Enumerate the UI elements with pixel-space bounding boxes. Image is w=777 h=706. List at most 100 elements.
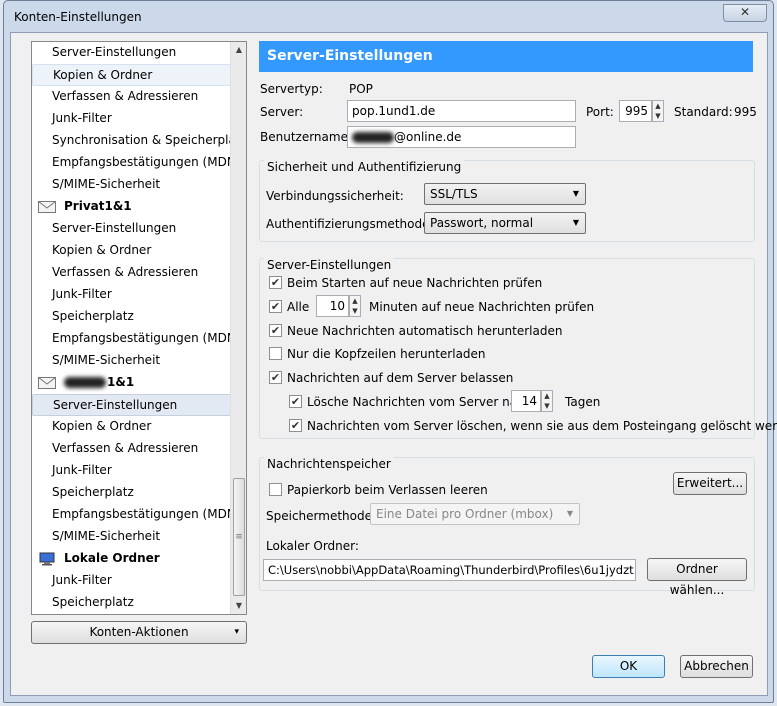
- stepper-down-icon[interactable]: ▼: [542, 401, 552, 411]
- standard-value: 995: [734, 105, 757, 119]
- tree-item-junk-filter[interactable]: Junk-Filter: [32, 570, 233, 592]
- account-settings-window: Konten-Einstellungen ✕ Server-Einstellun…: [3, 0, 777, 703]
- envelope-icon: [38, 377, 56, 389]
- dropdown-arrow-icon: ▾: [234, 627, 239, 637]
- redacted-name: [64, 377, 106, 388]
- choose-folder-button[interactable]: Ordner wählen...: [647, 558, 747, 597]
- stepper-up-icon[interactable]: ▲: [542, 391, 552, 401]
- stepper-up-icon[interactable]: ▲: [653, 101, 663, 111]
- leave-on-server-checkbox[interactable]: ✔: [269, 371, 282, 384]
- title-bar: Konten-Einstellungen ✕: [4, 1, 773, 33]
- tree-item-storage[interactable]: Speicherplatz: [32, 482, 233, 504]
- server-settings-group: Server-Einstellungen ✔ Beim Starten auf …: [259, 258, 777, 439]
- username-input[interactable]: @online.de: [347, 126, 576, 148]
- dropdown-arrow-icon: ▼: [566, 509, 573, 518]
- connection-security-select[interactable]: SSL/TLS ▼: [424, 183, 586, 205]
- check-every-checkbox[interactable]: ✔: [269, 300, 282, 313]
- storage-method-select[interactable]: Eine Datei pro Ordner (mbox) ▼: [370, 503, 580, 525]
- stepper-down-icon[interactable]: ▼: [653, 111, 663, 121]
- local-folder-label: Lokaler Ordner:: [266, 539, 359, 553]
- tree-account-privat[interactable]: Privat1&1: [32, 196, 233, 218]
- tree-item-receipts[interactable]: Empfangsbestätigungen (MDN): [32, 504, 240, 526]
- stepper-down-icon[interactable]: ▼: [350, 306, 360, 316]
- port-stepper[interactable]: ▲ ▼: [652, 100, 664, 122]
- scroll-down-icon[interactable]: ▼: [231, 598, 246, 614]
- close-button[interactable]: ✕: [723, 4, 767, 22]
- tree-item-copies-folders[interactable]: Kopien & Ordner: [32, 64, 233, 86]
- server-label: Server:: [260, 105, 304, 119]
- tree-item-composition[interactable]: Verfassen & Adressieren: [32, 262, 233, 284]
- scroll-up-icon[interactable]: ▲: [231, 42, 246, 58]
- delete-after-days-input[interactable]: 14: [511, 390, 541, 412]
- delete-when-removed-label: Nachrichten vom Server löschen, wenn sie…: [307, 419, 777, 433]
- delete-after-checkbox[interactable]: ✔: [289, 395, 302, 408]
- tree-item-storage[interactable]: Speicherplatz: [32, 306, 233, 328]
- tree-account-redacted[interactable]: 1&1: [32, 372, 233, 394]
- tree-item-smime[interactable]: S/MIME-Sicherheit: [32, 350, 233, 372]
- server-input[interactable]: pop.1und1.de: [347, 100, 576, 122]
- ok-button[interactable]: OK: [592, 655, 665, 678]
- tree-item-copies-folders[interactable]: Kopien & Ordner: [32, 240, 233, 262]
- empty-trash-checkbox[interactable]: [269, 483, 282, 496]
- tree-item-server-settings-selected[interactable]: Server-Einstellungen: [32, 394, 233, 416]
- account-tree: Server-Einstellungen Kopien & Ordner Ver…: [31, 41, 247, 615]
- check-interval-input[interactable]: 10: [316, 295, 349, 317]
- delete-after-stepper[interactable]: ▲ ▼: [541, 390, 553, 412]
- tree-item-junk-filter[interactable]: Junk-Filter: [32, 284, 233, 306]
- port-input[interactable]: 995: [619, 100, 652, 122]
- auto-download-label: Neue Nachrichten automatisch herunterlad…: [287, 324, 563, 338]
- tree-item-storage[interactable]: Speicherplatz: [32, 592, 233, 614]
- envelope-icon: [38, 201, 56, 213]
- cancel-button[interactable]: Abbrechen: [680, 655, 753, 678]
- server-type-label: Servertyp:: [260, 82, 323, 96]
- check-on-start-checkbox[interactable]: ✔: [269, 276, 282, 289]
- headers-only-checkbox[interactable]: [269, 347, 282, 360]
- scroll-thumb[interactable]: ≡: [233, 478, 245, 596]
- delete-after-label: Lösche Nachrichten vom Server nach: [307, 395, 532, 409]
- account-actions-button[interactable]: Konten-Aktionen ▾: [31, 621, 247, 644]
- tree-local-folders[interactable]: Lokale Ordner: [32, 548, 233, 570]
- check-on-start-label: Beim Starten auf neue Nachrichten prüfen: [287, 276, 543, 290]
- delete-when-removed-checkbox[interactable]: ✔: [289, 419, 302, 432]
- dropdown-arrow-icon: ▼: [572, 218, 579, 227]
- tree-item-copies-folders[interactable]: Kopien & Ordner: [32, 416, 233, 438]
- storage-group: Nachrichtenspeicher Papierkorb beim Verl…: [259, 457, 755, 597]
- empty-trash-label: Papierkorb beim Verlassen leeren: [287, 483, 488, 497]
- dialog-client-area: Server-Einstellungen Kopien & Ordner Ver…: [10, 32, 777, 696]
- tree-item-smime[interactable]: S/MIME-Sicherheit: [32, 526, 233, 548]
- standard-label: Standard:: [674, 105, 733, 119]
- auto-download-checkbox[interactable]: ✔: [269, 324, 282, 337]
- check-interval-suffix: Minuten auf neue Nachrichten prüfen: [369, 300, 595, 314]
- check-every-label: Alle: [287, 300, 310, 314]
- tree-item-composition[interactable]: Verfassen & Adressieren: [32, 86, 233, 108]
- delete-after-suffix: Tagen: [565, 395, 601, 409]
- redacted-username: [352, 132, 394, 143]
- server-type-value: POP: [349, 82, 373, 96]
- tree-item-receipts[interactable]: Empfangsbestätigungen (MDN): [32, 152, 240, 174]
- username-label: Benutzername:: [260, 130, 353, 144]
- port-label: Port:: [586, 105, 614, 119]
- advanced-button[interactable]: Erweitert...: [673, 472, 747, 495]
- tree-item-junk-filter[interactable]: Junk-Filter: [32, 108, 233, 130]
- tree-scrollbar[interactable]: ▲ ≡ ▼: [230, 42, 246, 614]
- auth-method-select[interactable]: Passwort, normal ▼: [424, 212, 586, 234]
- tree-item-sync-storage[interactable]: Synchronisation & Speicherplatz: [32, 130, 246, 152]
- stepper-up-icon[interactable]: ▲: [350, 296, 360, 306]
- tree-item-receipts[interactable]: Empfangsbestätigungen (MDN): [32, 328, 240, 350]
- security-group: Sicherheit und Authentifizierung Verbind…: [259, 160, 755, 242]
- tree-item-server-settings[interactable]: Server-Einstellungen: [32, 42, 233, 64]
- dropdown-arrow-icon: ▼: [572, 189, 579, 198]
- tree-item-composition[interactable]: Verfassen & Adressieren: [32, 438, 233, 460]
- auth-method-label: Authentifizierungsmethode:: [266, 217, 434, 231]
- headers-only-label: Nur die Kopfzeilen herunterladen: [287, 347, 486, 361]
- check-interval-stepper[interactable]: ▲ ▼: [349, 295, 361, 317]
- tree-item-smime[interactable]: S/MIME-Sicherheit: [32, 174, 233, 196]
- leave-on-server-label: Nachrichten auf dem Server belassen: [287, 371, 514, 385]
- storage-group-title: Nachrichtenspeicher: [264, 457, 394, 471]
- computer-icon: [39, 552, 55, 566]
- local-folder-input[interactable]: C:\Users\nobbi\AppData\Roaming\Thunderbi…: [263, 559, 636, 581]
- panel-heading: Server-Einstellungen: [259, 41, 753, 72]
- tree-item-junk-filter[interactable]: Junk-Filter: [32, 460, 233, 482]
- tree-item-server-settings[interactable]: Server-Einstellungen: [32, 218, 233, 240]
- storage-method-label: Speichermethode:: [266, 509, 377, 523]
